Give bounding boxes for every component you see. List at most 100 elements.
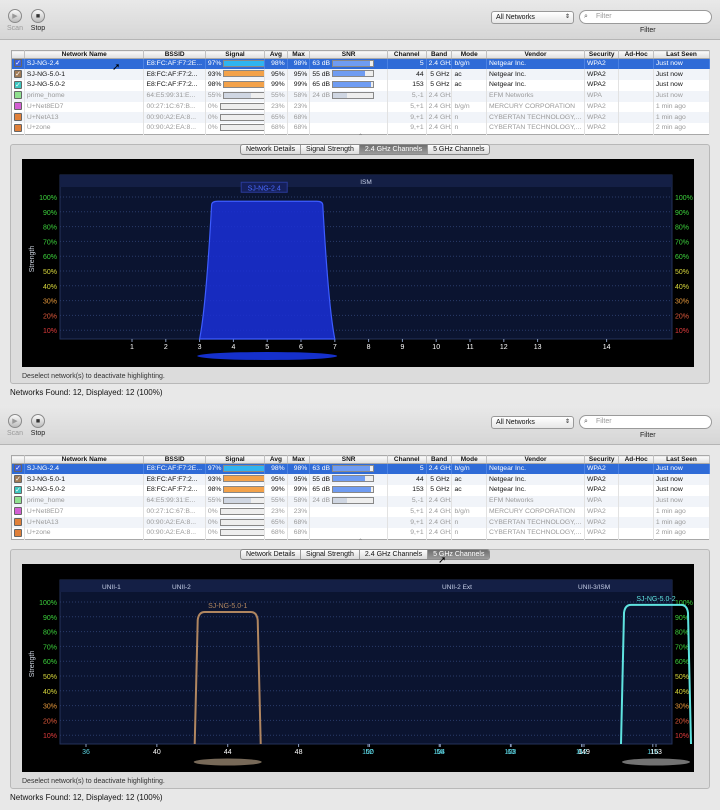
column-header-ad-hoc[interactable]: Ad-Hoc [618,50,654,59]
table-row[interactable]: U+Net8ED7 00:27:1C:67:B... 0% 23% 23% 5,+1 2.4… [11,506,711,518]
column-header-max[interactable]: Max [287,455,311,464]
adhoc-cell [618,474,654,486]
column-header-signal[interactable]: Signal [205,455,266,464]
table-row[interactable]: ✓ SJ-NG-5.0-2 E8:FC:AF:F7:2... 98% 99% 99% 65 … [11,485,711,496]
max-cell: 23% [287,506,311,518]
column-header-network-name[interactable]: Network Name [24,455,145,464]
table-row[interactable]: ✓ SJ-NG-2.4 E8:FC:AF:F7:2E... 97% 98% 98% 63 d… [11,463,711,475]
table-row[interactable]: U+NetA13 00:90:A2:EA:8... 0% 65% 68% 9,+1 2.4 … [11,517,711,529]
tab-bar: Network Details Signal Strength 2.4 GHz Ch… [240,549,491,560]
x-tick-label: 12 [500,344,508,351]
column-header-signal[interactable]: Signal [205,50,266,59]
network-checkbox[interactable] [14,113,22,122]
column-header-band[interactable]: Band [426,50,453,59]
column-header-channel[interactable]: Channel [387,50,427,59]
table-row[interactable]: ✓ SJ-NG-5.0-2 E8:FC:AF:F7:2... 98% 99% 99% 65 … [11,80,711,91]
signal-value: 97% [207,60,222,68]
signal-bar [219,507,264,515]
scan-button[interactable]: ▶ Scan [4,414,26,437]
last-seen-cell: 1 min ago [653,101,711,113]
network-filter-select[interactable]: All Networks ⇕ [491,416,574,429]
column-header-snr[interactable]: SNR [309,455,388,464]
splitter-handle[interactable]: ⌃ [358,538,363,545]
avg-cell: 55% [264,495,288,507]
column-header-last-seen[interactable]: Last Seen [653,50,711,59]
avg-cell: 23% [264,506,288,518]
tab-signal-strength[interactable]: Signal Strength [301,145,360,154]
network-checkbox[interactable]: ✓ [14,485,22,494]
last-seen-cell: 1 min ago [653,112,711,124]
column-header-bssid[interactable]: BSSID [143,50,206,59]
tab-network-details[interactable]: Network Details [241,145,302,154]
vendor-cell: Netgear Inc. [486,80,585,91]
mode-cell: ac [451,80,487,91]
select-all-column-header[interactable] [11,50,25,59]
table-row[interactable]: ✓ SJ-NG-5.0-1 E8:FC:AF:F7:2... 93% 95% 95% 55 … [11,474,711,486]
table-row[interactable]: U+NetA13 00:90:A2:EA:8... 0% 65% 68% 9,+1 2.4 … [11,112,711,124]
network-checkbox[interactable]: ✓ [14,80,22,89]
x-tick-label: 149 [578,749,590,756]
table-row[interactable]: prime_home 64:E5:99:31:E... 55% 55% 58% 24 dB… [11,495,711,507]
network-checkbox[interactable] [14,518,22,527]
network-checkbox[interactable] [14,528,22,537]
vendor-cell: CYBERTAN TECHNOLOGY,... [486,112,585,124]
tab-network-details[interactable]: Network Details [241,550,302,559]
row-checkbox-cell: ✓ [11,474,25,486]
name-cell: U+zone [24,123,145,135]
signal-value: 0% [207,529,218,537]
table-row[interactable]: prime_home 64:E5:99:31:E... 55% 55% 58% 24 dB… [11,90,711,102]
mode-cell [451,495,487,507]
column-header-snr[interactable]: SNR [309,50,388,59]
column-header-max[interactable]: Max [287,50,311,59]
column-header-network-name[interactable]: Network Name [24,50,145,59]
column-header-avg[interactable]: Avg [264,50,288,59]
search-icon: ⌕ [584,418,588,425]
column-header-security[interactable]: Security [584,455,620,464]
column-header-vendor[interactable]: Vendor [486,50,585,59]
plot-area [59,579,673,745]
tab-2-4-ghz-channels[interactable]: 2.4 GHz Channels [360,550,429,559]
network-checkbox[interactable]: ✓ [14,474,22,483]
column-header-last-seen[interactable]: Last Seen [653,455,711,464]
column-header-avg[interactable]: Avg [264,455,288,464]
x-tick-label: 44 [224,749,232,756]
network-filter-select[interactable]: All Networks ⇕ [491,11,574,24]
y-tick-label-left: 70% [43,644,57,651]
network-checkbox[interactable] [14,91,22,100]
filter-label: Filter [640,27,656,34]
network-checkbox[interactable]: ✓ [14,59,22,68]
column-header-band[interactable]: Band [426,455,453,464]
tab-2-4-ghz-channels[interactable]: 2.4 GHz Channels [359,145,429,154]
network-checkbox[interactable]: ✓ [14,69,22,78]
stop-button[interactable]: ■ Stop [27,9,49,32]
signal-bar [223,496,264,504]
signal-value: 98% [207,486,222,494]
network-checkbox[interactable] [14,123,22,132]
column-header-channel[interactable]: Channel [387,455,427,464]
filter-input[interactable]: ⌕ Filter [579,415,712,429]
column-header-mode[interactable]: Mode [451,50,487,59]
splitter-handle[interactable]: ⌃ [358,133,363,140]
tab-5-ghz-channels[interactable]: 5 GHz Channels [428,145,489,154]
table-row[interactable]: U+Net8ED7 00:27:1C:67:B... 0% 23% 23% 5,+1 2.4… [11,101,711,113]
column-header-ad-hoc[interactable]: Ad-Hoc [618,455,654,464]
network-checkbox[interactable]: ✓ [14,464,22,473]
stop-button[interactable]: ■ Stop [27,414,49,437]
network-checkbox[interactable] [14,496,22,505]
filter-input[interactable]: ⌕ Filter [579,10,712,24]
tab-signal-strength[interactable]: Signal Strength [301,550,360,559]
max-cell: 58% [287,90,311,102]
y-tick-label-left: 50% [43,674,57,681]
column-header-bssid[interactable]: BSSID [143,455,206,464]
name-cell: U+NetA13 [24,517,145,529]
scan-button[interactable]: ▶ Scan [4,9,26,32]
snr-cell [309,112,388,124]
column-header-vendor[interactable]: Vendor [486,455,585,464]
network-checkbox[interactable] [14,507,22,516]
channel-glow [193,758,262,766]
column-header-security[interactable]: Security [584,50,620,59]
select-all-column-header[interactable] [11,455,25,464]
network-checkbox[interactable] [14,102,22,111]
column-header-mode[interactable]: Mode [451,455,487,464]
y-axis-title: Strength [29,246,36,273]
